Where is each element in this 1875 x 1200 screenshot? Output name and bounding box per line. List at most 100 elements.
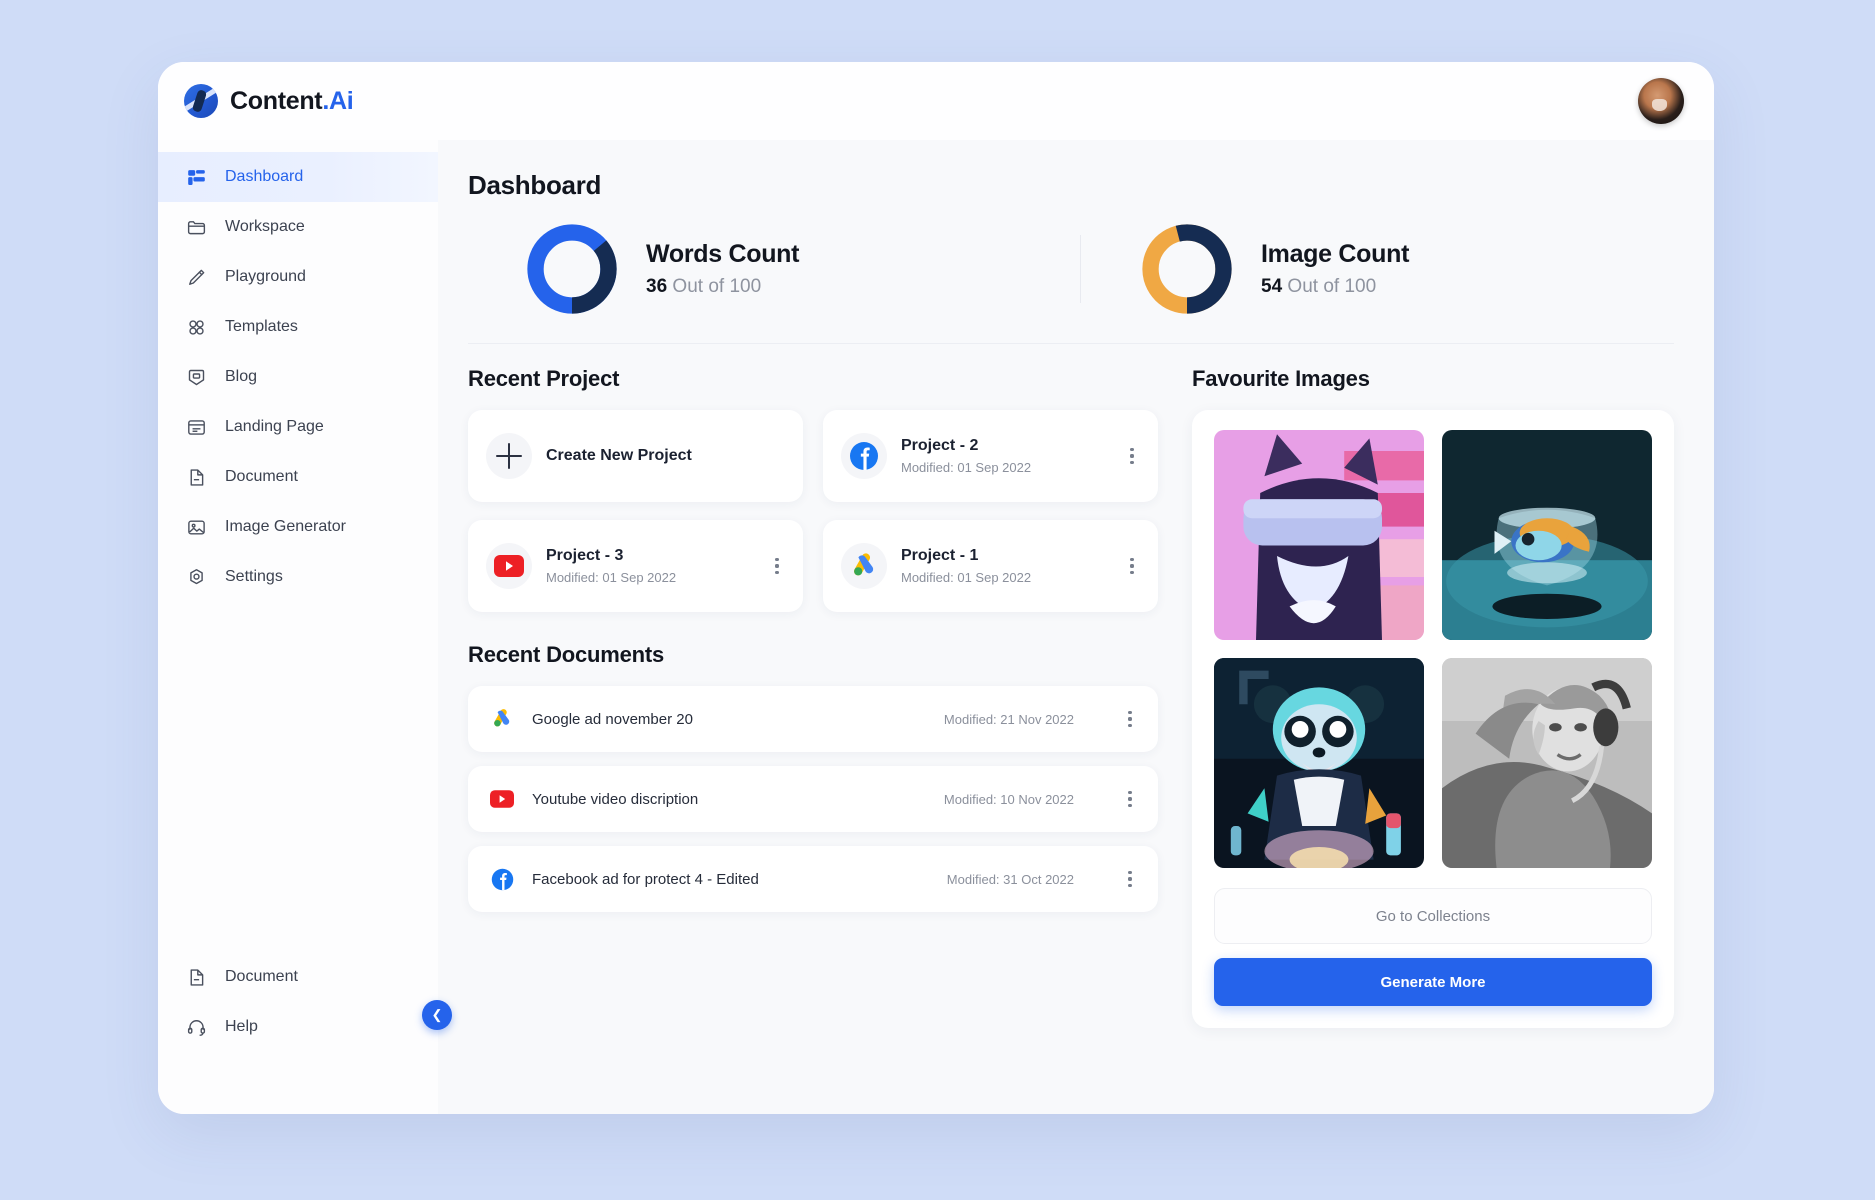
words-count-value: 36 Out of 100 xyxy=(646,276,799,298)
document-name: Google ad november 20 xyxy=(532,710,693,728)
blog-icon xyxy=(186,367,207,388)
youtube-icon-wrap xyxy=(486,543,532,589)
project-card[interactable]: Project - 2 Modified: 01 Sep 2022 xyxy=(823,410,1158,502)
content-columns: Recent Project Create New Project Projec… xyxy=(468,344,1674,1028)
recent-project-title: Recent Project xyxy=(468,366,620,391)
top-bar: Content.Ai xyxy=(158,62,1714,140)
sidebar-item-dashboard[interactable]: Dashboard xyxy=(158,152,438,202)
plus-icon xyxy=(496,443,522,469)
words-count-number: 36 xyxy=(646,276,668,297)
kebab-menu-icon[interactable] xyxy=(1118,705,1142,733)
project-card-meta: Modified: 01 Sep 2022 xyxy=(901,460,1032,475)
project-card-body: Project - 3 Modified: 01 Sep 2022 xyxy=(546,547,751,585)
folder-icon xyxy=(186,217,207,238)
stats-row: Words Count 36 Out of 100 Image Count 54… xyxy=(468,215,1674,344)
sidebar-item-label: Landing Page xyxy=(225,418,324,435)
project-card-body: Project - 1 Modified: 01 Sep 2022 xyxy=(901,547,1106,585)
document-name: Youtube video discription xyxy=(532,790,699,808)
sidebar-item-help[interactable]: Help xyxy=(158,1002,438,1052)
sidebar-item-label: Image Generator xyxy=(225,518,346,535)
sidebar-item-playground[interactable]: Playground xyxy=(158,252,438,302)
kebab-menu-icon[interactable] xyxy=(1118,865,1142,893)
sidebar-item-document-bottom[interactable]: Document xyxy=(158,952,438,1002)
words-count-donut xyxy=(524,221,620,317)
sidebar-item-document[interactable]: Document xyxy=(158,452,438,502)
create-new-project-body: Create New Project xyxy=(546,447,789,465)
words-count-total: Out of 100 xyxy=(667,276,762,297)
stat-image-count: Image Count 54 Out of 100 xyxy=(1081,221,1409,317)
document-row[interactable]: Youtube video discription Modified: 10 N… xyxy=(468,766,1158,832)
document-icon xyxy=(186,467,207,488)
stat-words-count: Words Count 36 Out of 100 xyxy=(468,221,1080,317)
favourite-image-thumbnail[interactable] xyxy=(1214,430,1424,640)
avatar[interactable] xyxy=(1638,78,1684,124)
left-column: Recent Project Create New Project Projec… xyxy=(468,366,1158,1028)
plus-icon-wrap xyxy=(486,433,532,479)
create-new-project-card[interactable]: Create New Project xyxy=(468,410,803,502)
sidebar-item-label: Playground xyxy=(225,268,306,285)
project-card[interactable]: Project - 1 Modified: 01 Sep 2022 xyxy=(823,520,1158,612)
sidebar-item-image-generator[interactable]: Image Generator xyxy=(158,502,438,552)
document-name: Facebook ad for protect 4 - Edited xyxy=(532,870,759,888)
words-count-text: Words Count 36 Out of 100 xyxy=(646,240,799,298)
sidebar-item-workspace[interactable]: Workspace xyxy=(158,202,438,252)
generate-more-button[interactable]: Generate More xyxy=(1214,958,1652,1006)
image-count-total: Out of 100 xyxy=(1282,276,1377,297)
right-column: Favourite Images Go to Collections Gener… xyxy=(1192,366,1674,1028)
go-to-collections-button[interactable]: Go to Collections xyxy=(1214,888,1652,944)
sidebar-item-settings[interactable]: Settings xyxy=(158,552,438,602)
sidebar: Dashboard Workspace Playground Templates… xyxy=(158,140,452,1114)
facebook-icon xyxy=(490,867,514,891)
recent-documents-title: Recent Documents xyxy=(468,642,665,667)
chevron-left-icon: ❮ xyxy=(431,1007,443,1022)
sidebar-item-label: Templates xyxy=(225,318,298,335)
brand-name: Content.Ai xyxy=(230,86,354,116)
kebab-menu-icon[interactable] xyxy=(1118,785,1142,813)
favourite-image-thumbnail[interactable] xyxy=(1442,658,1652,868)
sidebar-collapse-button[interactable]: ❮ xyxy=(422,1000,452,1030)
favourite-images-panel: Go to Collections Generate More xyxy=(1192,410,1674,1028)
kebab-menu-icon[interactable] xyxy=(765,552,789,580)
sidebar-item-landing-page[interactable]: Landing Page xyxy=(158,402,438,452)
document-meta: Modified: 10 Nov 2022 xyxy=(943,791,1074,807)
sidebar-item-blog[interactable]: Blog xyxy=(158,352,438,402)
body-row: Dashboard Workspace Playground Templates… xyxy=(158,140,1714,1114)
grid-icon xyxy=(186,167,207,188)
brand-name-main: Content xyxy=(230,86,323,115)
create-new-project-label: Create New Project xyxy=(546,447,692,464)
project-card-body: Project - 2 Modified: 01 Sep 2022 xyxy=(901,437,1106,475)
sidebar-item-templates[interactable]: Templates xyxy=(158,302,438,352)
sidebar-item-label: Settings xyxy=(225,568,283,585)
favourite-images-grid xyxy=(1214,430,1652,868)
google-ads-icon-wrap xyxy=(841,543,887,589)
project-card-name: Project - 3 xyxy=(546,547,624,564)
grid-dots-icon xyxy=(186,317,207,338)
main-content: Dashboard Words Count 36 Out of 100 Imag… xyxy=(438,140,1714,1114)
favourite-images-title: Favourite Images xyxy=(1192,366,1370,391)
document-row[interactable]: Facebook ad for protect 4 - Edited Modif… xyxy=(468,846,1158,912)
recent-documents-section: Recent Documents Google ad november 20 M… xyxy=(468,642,1158,912)
image-count-value: 54 Out of 100 xyxy=(1261,276,1409,298)
document-row[interactable]: Google ad november 20 Modified: 21 Nov 2… xyxy=(468,686,1158,752)
brand-name-accent: .Ai xyxy=(322,86,354,115)
document-meta: Modified: 21 Nov 2022 xyxy=(943,711,1074,727)
image-count-number: 54 xyxy=(1261,276,1283,297)
gear-icon xyxy=(186,567,207,588)
facebook-icon-wrap xyxy=(841,433,887,479)
app-window: Content.Ai Dashboard Workspace Playgroun… xyxy=(158,62,1714,1114)
favourite-image-thumbnail[interactable] xyxy=(1214,658,1424,868)
project-card-meta: Modified: 01 Sep 2022 xyxy=(546,570,677,585)
kebab-menu-icon[interactable] xyxy=(1120,552,1144,580)
project-card-meta: Modified: 01 Sep 2022 xyxy=(901,570,1032,585)
sidebar-item-label: Help xyxy=(225,1018,258,1035)
google-ads-icon xyxy=(854,553,874,576)
brand-logo[interactable]: Content.Ai xyxy=(184,84,354,118)
favourite-image-thumbnail[interactable] xyxy=(1442,430,1652,640)
image-count-donut xyxy=(1139,221,1235,317)
project-card[interactable]: Project - 3 Modified: 01 Sep 2022 xyxy=(468,520,803,612)
content-ai-logo-icon xyxy=(184,84,218,118)
kebab-menu-icon[interactable] xyxy=(1120,442,1144,470)
project-card-name: Project - 1 xyxy=(901,547,979,564)
youtube-icon xyxy=(494,555,524,577)
